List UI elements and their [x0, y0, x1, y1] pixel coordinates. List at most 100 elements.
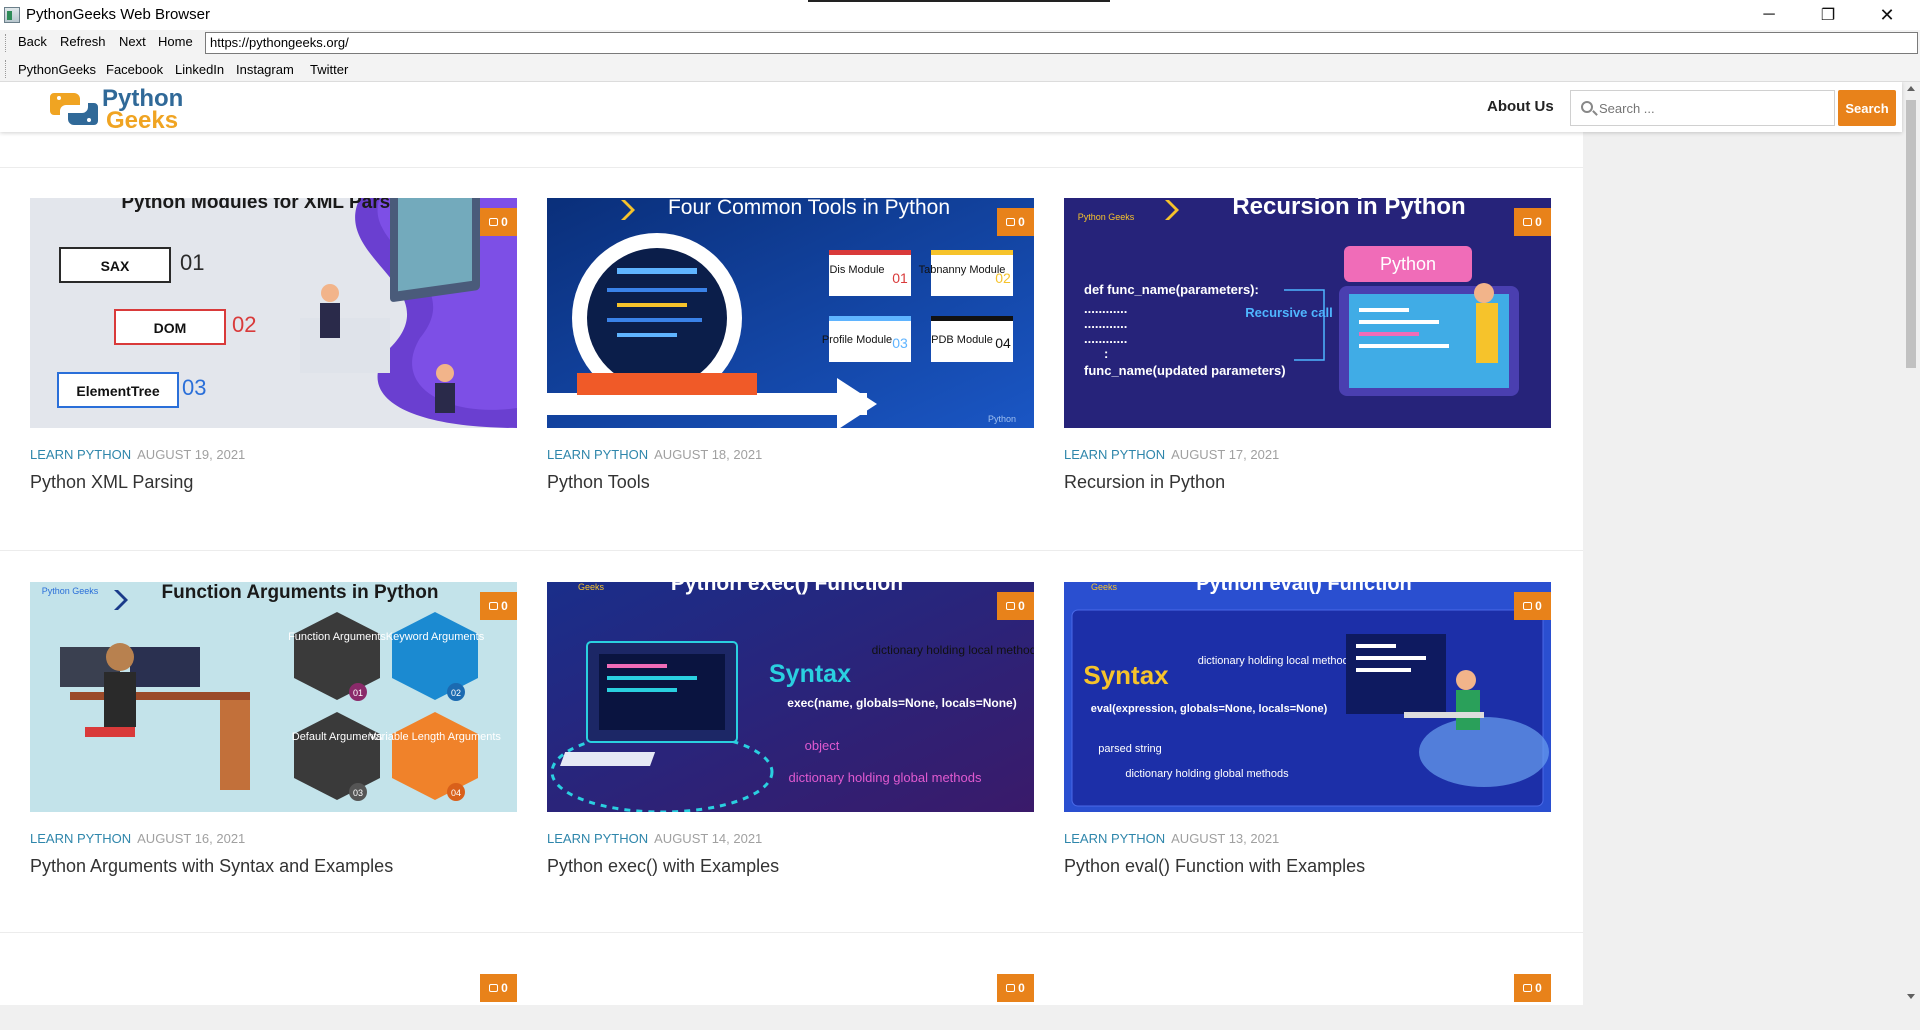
post-card[interactable]: Geeks Python eval() Function Syntax eval… [1064, 582, 1551, 877]
thumb-tag: Python [1380, 254, 1436, 274]
vertical-scrollbar[interactable] [1902, 82, 1920, 1005]
thumb-heading: Recursion in Python [1232, 198, 1465, 220]
home-button[interactable]: Home [158, 34, 193, 49]
comment-icon [1523, 602, 1533, 610]
comment-icon [489, 984, 499, 992]
post-thumbnail-image: Python Geeks Recursion in Python Python … [1064, 198, 1551, 428]
comment-count-badge[interactable]: 0 [997, 592, 1034, 620]
comment-count-badge[interactable]: 0 [1514, 208, 1551, 236]
post-title-link[interactable]: Python exec() with Examples [547, 856, 1034, 877]
maximize-button[interactable]: ❐ [1799, 0, 1857, 30]
thumb-code: exec(name, globals=None, locals=None) [787, 696, 1016, 710]
titlebar-strip [808, 0, 1110, 2]
search-icon [1581, 101, 1593, 113]
python-logo-icon [50, 93, 98, 125]
post-thumbnail[interactable]: Python Geeks Recursion in Python Python … [1064, 198, 1551, 428]
search-input[interactable] [1599, 98, 1824, 118]
post-card[interactable]: Python Modules for XML Parsing SAX 01 DO… [30, 198, 517, 493]
bookmark-linkedin[interactable]: LinkedIn [175, 62, 224, 77]
app-icon [4, 7, 20, 23]
post-thumbnail[interactable]: Python Modules for XML Parsing SAX 01 DO… [30, 198, 517, 428]
thumb-heading: Python Modules for XML Parsing [121, 198, 418, 213]
bookmark-twitter[interactable]: Twitter [310, 62, 348, 77]
comment-count-badge[interactable]: 0 [997, 974, 1034, 1002]
post-meta: LEARN PYTHON AUGUST 18, 2021 [547, 447, 1034, 462]
thumb-code-line: : [1104, 346, 1108, 361]
thumb-number: 03 [182, 375, 206, 400]
next-button[interactable]: Next [119, 34, 146, 49]
comment-count-badge[interactable]: 0 [480, 974, 517, 1002]
post-category-link[interactable]: LEARN PYTHON [1064, 831, 1165, 846]
post-thumbnail-image: Geeks Python exec() Function Syntax exec… [547, 582, 1034, 812]
comment-count-badge[interactable]: 0 [997, 208, 1034, 236]
thumb-number: 02 [232, 312, 256, 337]
post-thumbnail[interactable]: Four Common Tools in Python Dis Module 0… [547, 198, 1034, 428]
comment-count-badge[interactable]: 0 [480, 208, 517, 236]
thumb-number: 02 [451, 688, 461, 698]
post-category-link[interactable]: LEARN PYTHON [30, 447, 131, 462]
post-date: AUGUST 14, 2021 [654, 831, 763, 846]
thumb-note: dictionary holding global methods [1125, 768, 1289, 780]
scroll-up-icon[interactable] [1907, 86, 1915, 91]
comment-count-badge[interactable]: 0 [480, 592, 517, 620]
web-viewport[interactable]: Python Geeks About Us Search Python Modu… [0, 82, 1920, 1005]
post-thumbnail[interactable]: Geeks Python exec() Function Syntax exec… [547, 582, 1034, 812]
post-thumbnail[interactable]: Geeks Python eval() Function Syntax eval… [1064, 582, 1551, 812]
thumb-note: dictionary holding local methods [872, 643, 1034, 657]
post-thumbnail-image: Four Common Tools in Python Dis Module 0… [547, 198, 1034, 428]
scrollbar-thumb[interactable] [1906, 100, 1916, 368]
post-thumbnail[interactable]: Python Geeks Function Arguments in Pytho… [30, 582, 517, 812]
post-card[interactable]: Geeks Python exec() Function Syntax exec… [547, 582, 1034, 877]
thumb-item: DOM [154, 320, 187, 336]
back-button[interactable]: Back [18, 34, 47, 49]
post-title-link[interactable]: Python Tools [547, 472, 1034, 493]
post-title-link[interactable]: Python eval() Function with Examples [1064, 856, 1551, 877]
comment-count-badge[interactable]: 0 [1514, 974, 1551, 1002]
search-field[interactable] [1570, 90, 1835, 126]
thumb-heading: Python eval() Function [1196, 582, 1412, 595]
minimize-button[interactable]: ─ [1740, 0, 1798, 30]
close-button[interactable]: ✕ [1858, 0, 1916, 30]
post-date: AUGUST 19, 2021 [137, 447, 246, 462]
logo-text-geeks: Geeks [106, 107, 179, 134]
bookmark-instagram[interactable]: Instagram [236, 62, 294, 77]
post-category-link[interactable]: LEARN PYTHON [547, 831, 648, 846]
thumb-brand: Geeks [578, 582, 605, 592]
post-title-link[interactable]: Python Arguments with Syntax and Example… [30, 856, 517, 877]
about-us-link[interactable]: About Us [1487, 98, 1554, 115]
toolbar-handle[interactable] [5, 60, 8, 78]
search-button[interactable]: Search [1838, 90, 1896, 126]
post-meta: LEARN PYTHON AUGUST 19, 2021 [30, 447, 517, 462]
thumb-brand: Python [988, 414, 1016, 424]
post-thumbnail-image: Python Geeks Function Arguments in Pytho… [30, 582, 517, 812]
thumb-heading: Python exec() Function [671, 582, 903, 595]
comment-count-badge[interactable]: 0 [1514, 592, 1551, 620]
thumb-note: dictionary holding local methods [1198, 655, 1355, 667]
thumb-brand: Python Geeks [1078, 212, 1135, 222]
site-header: Python Geeks About Us Search [0, 82, 1902, 134]
bookmark-pythongeeks[interactable]: PythonGeeks [18, 62, 96, 77]
thumb-note: parsed string [1098, 743, 1162, 755]
divider [0, 932, 1583, 933]
post-thumbnail-image: Python Modules for XML Parsing SAX 01 DO… [30, 198, 517, 428]
post-date: AUGUST 13, 2021 [1171, 831, 1280, 846]
toolbar-handle[interactable] [5, 34, 8, 52]
refresh-button[interactable]: Refresh [60, 34, 106, 49]
comment-count: 0 [501, 215, 508, 229]
post-title-link[interactable]: Python XML Parsing [30, 472, 517, 493]
post-category-link[interactable]: LEARN PYTHON [547, 447, 648, 462]
bookmark-facebook[interactable]: Facebook [106, 62, 163, 77]
comment-icon [1523, 984, 1533, 992]
scroll-down-icon[interactable] [1907, 994, 1915, 999]
post-card[interactable]: Four Common Tools in Python Dis Module 0… [547, 198, 1034, 493]
comment-icon [1006, 602, 1016, 610]
post-title-link[interactable]: Recursion in Python [1064, 472, 1551, 493]
site-logo[interactable]: Python Geeks [50, 85, 200, 134]
thumb-brand: Python Geeks [42, 586, 99, 596]
post-category-link[interactable]: LEARN PYTHON [30, 831, 131, 846]
thumb-number: 03 [353, 788, 363, 798]
url-bar[interactable]: https://pythongeeks.org/ [205, 32, 1918, 54]
post-category-link[interactable]: LEARN PYTHON [1064, 447, 1165, 462]
post-card[interactable]: Python Geeks Recursion in Python Python … [1064, 198, 1551, 493]
post-card[interactable]: Python Geeks Function Arguments in Pytho… [30, 582, 517, 877]
